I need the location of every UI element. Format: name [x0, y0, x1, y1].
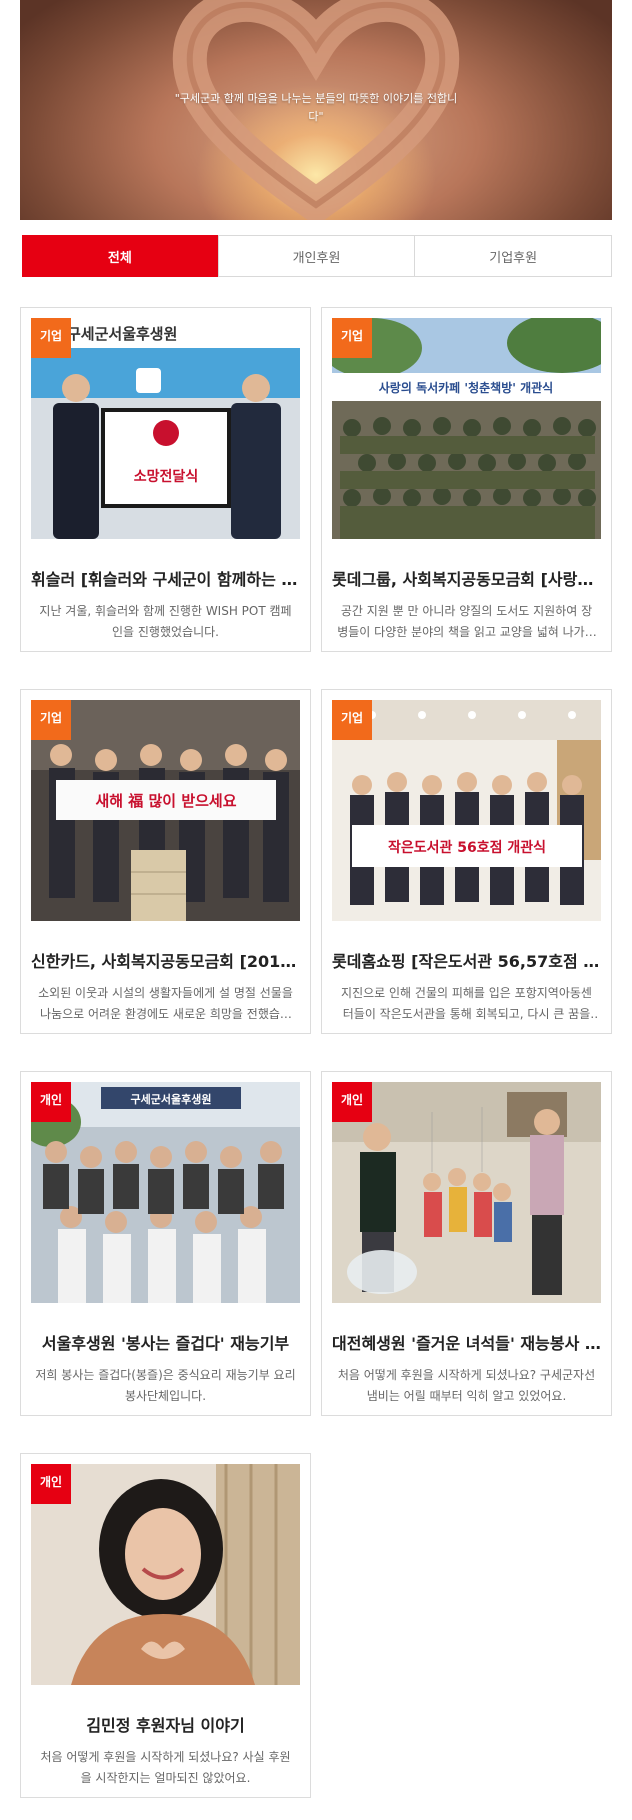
story-title[interactable]: 대전혜생원 '즐거운 녀석들' 재능봉사 이야기	[332, 1330, 601, 1354]
story-thumbnail	[31, 1464, 300, 1685]
story-card[interactable]: 개인 대전혜생원 '즐거운 녀석들' 재능봉사 이야기 처음 어떻게 후원을 시…	[321, 1071, 612, 1416]
story-description: 지진으로 인해 건물의 피해를 입은 포항지역아동센터들이 작은도서관을 통해 …	[341, 986, 592, 1021]
story-title[interactable]: 롯데홈쇼핑 [작은도서관 56,57호점 개관식]	[332, 948, 601, 972]
photo-banner-text: 구세군서울후생원	[131, 1092, 212, 1106]
story-description: 처음 어떻게 후원을 시작하게 되셨나요? 사실 후원을 시작한지는 얼마되진 …	[40, 1750, 291, 1785]
tab-corporate[interactable]: 기업후원	[414, 236, 611, 276]
category-badge: 기업	[332, 318, 372, 358]
story-thumbnail: 작은도서관 56호점 개관식	[332, 700, 601, 921]
story-description: 소외된 이웃과 시설의 생활자들에게 설 명절 선물을 나눔으로 어려운 환경에…	[38, 986, 293, 1021]
story-thumbnail	[332, 1082, 601, 1303]
photo-sign-text: 소망전달식	[134, 468, 198, 485]
photo-banner-text: 사랑의 독서카페 '청춘책방' 개관식	[379, 380, 553, 395]
story-thumbnail: 구세군서울후생원 소망전달식	[31, 318, 300, 539]
tab-individual[interactable]: 개인후원	[217, 236, 415, 276]
story-thumbnail: 사랑의 독서카페 '청춘책방' 개관식	[332, 318, 601, 539]
story-description: 공간 지원 뿐 만 아니라 양질의 도서도 지원하여 장병들이 다양한 분야의 …	[337, 604, 596, 639]
story-card[interactable]: 작은도서관 56호점 개관식 기업 롯데홈쇼핑 [작은도서관 56,57호점 개…	[321, 689, 612, 1034]
photo-banner-text: 새해 福 많이 받으세요	[95, 792, 236, 810]
photo-banner-text: 작은도서관 56호점 개관식	[388, 839, 546, 856]
story-card[interactable]: 구세군서울후생원 개인 서울후생원 '봉사는 즐겁다' 재능기부 저희 봉사는 …	[20, 1071, 311, 1416]
hero-caption: "구세군과 함께 마음을 나누는 분들의 따뜻한 이야기를 전합니다"	[174, 92, 458, 123]
story-title[interactable]: 롯데그룹, 사회복지공동모금회 [사랑의 독서카페]	[332, 566, 601, 590]
photo-banner-text: 구세군서울후생원	[67, 325, 177, 343]
story-card[interactable]: 사랑의 독서카페 '청춘책방' 개관식 기업 롯데그룹, 사회복지공동모금회 […	[321, 307, 612, 652]
story-title[interactable]: 휘슬러 [휘슬러와 구세군이 함께하는 WISH POT 캠페인]	[31, 566, 300, 590]
story-title[interactable]: 서울후생원 '봉사는 즐겁다' 재능기부	[31, 1330, 300, 1354]
category-badge: 개인	[332, 1082, 372, 1122]
story-title[interactable]: 신한카드, 사회복지공동모금회 [2018 설 명절 선물 나눔]	[31, 948, 300, 972]
category-badge: 개인	[31, 1082, 71, 1122]
category-badge: 기업	[31, 318, 71, 358]
story-card[interactable]: 구세군서울후생원 소망전달식 기업 휘슬러 [휘슬러와 구세군이 함께하는 WI…	[20, 307, 311, 652]
story-card[interactable]: 개인 김민정 후원자님 이야기 처음 어떻게 후원을 시작하게 되셨나요? 사실…	[20, 1453, 311, 1798]
story-description: 지난 겨울, 휘슬러와 함께 진행한 WISH POT 캠페인을 진행했었습니다…	[39, 604, 292, 639]
category-badge: 기업	[332, 700, 372, 740]
category-badge: 개인	[31, 1464, 71, 1504]
story-thumbnail: 구세군서울후생원	[31, 1082, 300, 1303]
tab-all[interactable]: 전체	[22, 235, 218, 277]
category-tabs: 전체 개인후원 기업후원	[22, 235, 612, 277]
category-badge: 기업	[31, 700, 71, 740]
story-card[interactable]: 새해 福 많이 받으세요 기업 신한카드, 사회복지공동모금회 [2018 설 …	[20, 689, 311, 1034]
story-title[interactable]: 김민정 후원자님 이야기	[31, 1712, 300, 1736]
story-description: 처음 어떻게 후원을 시작하게 되셨나요? 구세군자선냄비는 어릴 때부터 익히…	[337, 1368, 596, 1403]
story-description: 저희 봉사는 즐겁다(봉즐)은 중식요리 재능기부 요리봉사단체입니다.	[35, 1368, 296, 1403]
story-thumbnail: 새해 福 많이 받으세요	[31, 700, 300, 921]
hero-banner: "구세군과 함께 마음을 나누는 분들의 따뜻한 이야기를 전합니다"	[20, 0, 612, 220]
